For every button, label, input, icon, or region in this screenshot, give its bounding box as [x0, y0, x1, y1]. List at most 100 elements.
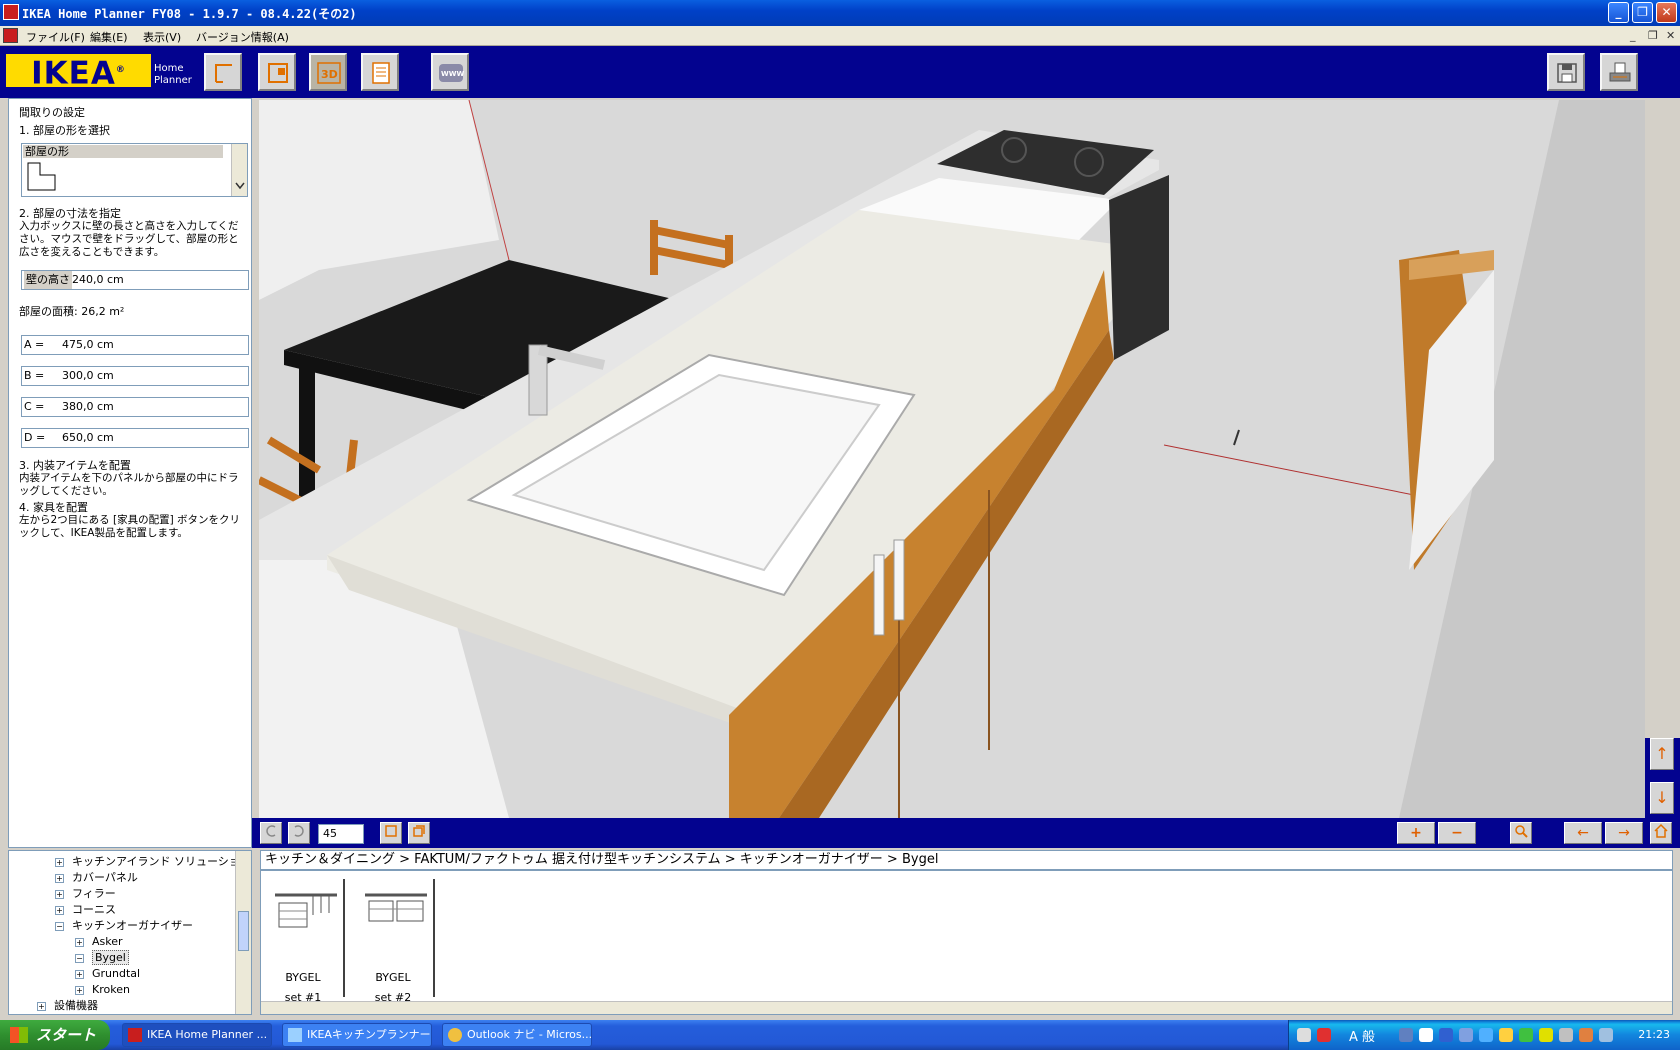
- title-bar[interactable]: IKEA Home Planner FY08 - 1.9.7 - 08.4.22…: [0, 0, 1680, 26]
- dimension-c-field[interactable]: C = 380,0 cm: [21, 397, 249, 417]
- item-list-button[interactable]: [361, 53, 399, 91]
- keyboard-icon[interactable]: [1297, 1028, 1311, 1042]
- menu-version-info[interactable]: バージョン情報(A): [196, 29, 289, 45]
- ie-browser-icon: [288, 1028, 302, 1042]
- category-tree[interactable]: + キッチンアイランド ソリューション + カバーパネル + フィラー + コーニス −…: [8, 850, 252, 1015]
- update-icon[interactable]: [1579, 1028, 1593, 1042]
- tree-item-bygel[interactable]: − Bygel: [75, 950, 129, 965]
- tree-expand-toggle[interactable]: +: [55, 905, 64, 915]
- taskbar-item-outlook[interactable]: Outlook ナビ - Micros...: [442, 1023, 592, 1047]
- rotate-left-button[interactable]: [260, 822, 282, 844]
- pan-right-button[interactable]: →: [1605, 822, 1643, 844]
- zoom-angle-input[interactable]: 45: [318, 824, 364, 844]
- box-view-icon: [385, 825, 397, 837]
- tree-expand-toggle[interactable]: +: [75, 969, 84, 979]
- kitchen-3d-scene[interactable]: [259, 100, 1645, 818]
- pan-down-button[interactable]: ↓: [1650, 782, 1674, 814]
- tree-expand-toggle[interactable]: +: [37, 1001, 46, 1011]
- globe-icon[interactable]: [1539, 1028, 1553, 1042]
- tree-item-label: キッチンアイランド ソリューション: [72, 855, 251, 868]
- tree-expand-toggle[interactable]: +: [55, 873, 64, 883]
- mdi-minimize-button[interactable]: _: [1630, 29, 1636, 42]
- view-mode-button-2[interactable]: [408, 822, 430, 844]
- menu-view[interactable]: 表示(V): [143, 29, 181, 45]
- antivirus-icon[interactable]: [1519, 1028, 1533, 1042]
- maximize-button[interactable]: ❐: [1632, 2, 1653, 23]
- window-title: IKEA Home Planner FY08 - 1.9.7 - 08.4.22…: [22, 7, 357, 21]
- chevron-left-icon[interactable]: [1459, 1028, 1473, 1042]
- tree-item-kroken[interactable]: + Kroken: [75, 983, 130, 996]
- view-3d-button[interactable]: 3D: [309, 53, 347, 91]
- room-shape-list[interactable]: 部屋の形: [21, 143, 248, 197]
- product-item-bygel-set2[interactable]: BYGEL set #2: [351, 879, 435, 1004]
- wall-height-label: 壁の高さ: [24, 271, 72, 289]
- product-panel: BYGEL set #1 BYGEL set #2: [260, 870, 1673, 1015]
- pan-up-button[interactable]: ↑: [1650, 738, 1674, 770]
- dimension-c-label: C =: [24, 400, 45, 413]
- rotate-right-button[interactable]: [288, 822, 310, 844]
- ime-mode[interactable]: A 般: [1349, 1026, 1375, 1045]
- tree-item-cover-panel[interactable]: + カバーパネル: [55, 871, 138, 884]
- tree-item-appliances[interactable]: + 設備機器: [37, 999, 98, 1012]
- tree-collapse-toggle[interactable]: −: [75, 953, 84, 963]
- dimension-d-label: D =: [24, 431, 46, 444]
- tree-collapse-toggle[interactable]: −: [55, 921, 64, 931]
- tree-expand-toggle[interactable]: +: [55, 889, 64, 899]
- tree-expand-toggle[interactable]: +: [75, 985, 84, 995]
- wall-height-field[interactable]: 壁の高さ 240,0 cm: [21, 270, 249, 290]
- tree-item-grundtal[interactable]: + Grundtal: [75, 967, 140, 980]
- app-icon[interactable]: [3, 4, 19, 20]
- 3d-viewport[interactable]: [259, 100, 1645, 818]
- usb-icon[interactable]: [1599, 1028, 1613, 1042]
- home-view-button[interactable]: [1650, 822, 1672, 844]
- rotate-right-icon: [294, 825, 304, 837]
- taskbar-item-ikea-kitchen-planner[interactable]: IKEAキッチンプランナー - ...: [282, 1023, 432, 1047]
- display-icon[interactable]: [1439, 1028, 1453, 1042]
- pan-left-button[interactable]: ←: [1564, 822, 1602, 844]
- tree-item-kitchen-organizer[interactable]: − キッチンオーガナイザー: [55, 919, 193, 932]
- chevron-down-icon: [235, 182, 245, 190]
- product-name: BYGEL: [285, 971, 321, 984]
- dimension-a-label: A =: [24, 338, 45, 351]
- www-button[interactable]: WWW: [431, 53, 469, 91]
- menu-file[interactable]: ファイル(F): [26, 29, 85, 45]
- tree-item-cornice[interactable]: + コーニス: [55, 903, 116, 916]
- l-shape-room-icon[interactable]: [26, 161, 58, 193]
- tree-expand-toggle[interactable]: +: [75, 937, 84, 947]
- ime-icon[interactable]: [1317, 1028, 1331, 1042]
- zoom-out-button[interactable]: −: [1438, 822, 1476, 844]
- zoom-fit-button[interactable]: [1510, 822, 1532, 844]
- dimension-b-field[interactable]: B = 300,0 cm: [21, 366, 249, 386]
- shape-list-scrollbar[interactable]: [231, 144, 247, 196]
- help-icon[interactable]: [1419, 1028, 1433, 1042]
- tree-item-asker[interactable]: + Asker: [75, 935, 123, 948]
- dimension-c-value: 380,0 cm: [62, 400, 114, 413]
- mdi-close-button[interactable]: ✕: [1666, 29, 1675, 42]
- skype-icon[interactable]: [1479, 1028, 1493, 1042]
- taskbar-item-ikea-planner[interactable]: IKEA Home Planner ...: [122, 1023, 272, 1047]
- mdi-restore-button[interactable]: ❐: [1648, 29, 1658, 42]
- dimension-d-field[interactable]: D = 650,0 cm: [21, 428, 249, 448]
- room-layout-button[interactable]: [204, 53, 242, 91]
- volume-icon[interactable]: [1559, 1028, 1573, 1042]
- furniture-placement-button[interactable]: [258, 53, 296, 91]
- tree-item-filler[interactable]: + フィラー: [55, 887, 116, 900]
- document-icon[interactable]: [3, 28, 18, 43]
- close-button[interactable]: ✕: [1656, 2, 1677, 23]
- start-button[interactable]: スタート: [0, 1020, 110, 1050]
- menu-edit[interactable]: 編集(E): [90, 29, 128, 45]
- tree-scroll-thumb[interactable]: [238, 911, 249, 951]
- product-scrollbar[interactable]: [261, 1001, 1672, 1014]
- network-icon[interactable]: [1399, 1028, 1413, 1042]
- save-button[interactable]: [1547, 53, 1585, 91]
- product-item-bygel-set1[interactable]: BYGEL set #1: [261, 879, 345, 1004]
- tree-expand-toggle[interactable]: +: [55, 857, 64, 867]
- view-mode-button-1[interactable]: [380, 822, 402, 844]
- tree-item-kitchen-island[interactable]: + キッチンアイランド ソリューション: [55, 855, 251, 868]
- tree-scrollbar[interactable]: [235, 851, 251, 1014]
- print-button[interactable]: [1600, 53, 1638, 91]
- security-shield-icon[interactable]: [1499, 1028, 1513, 1042]
- zoom-in-button[interactable]: +: [1397, 822, 1435, 844]
- minimize-button[interactable]: _: [1608, 2, 1629, 23]
- dimension-a-field[interactable]: A = 475,0 cm: [21, 335, 249, 355]
